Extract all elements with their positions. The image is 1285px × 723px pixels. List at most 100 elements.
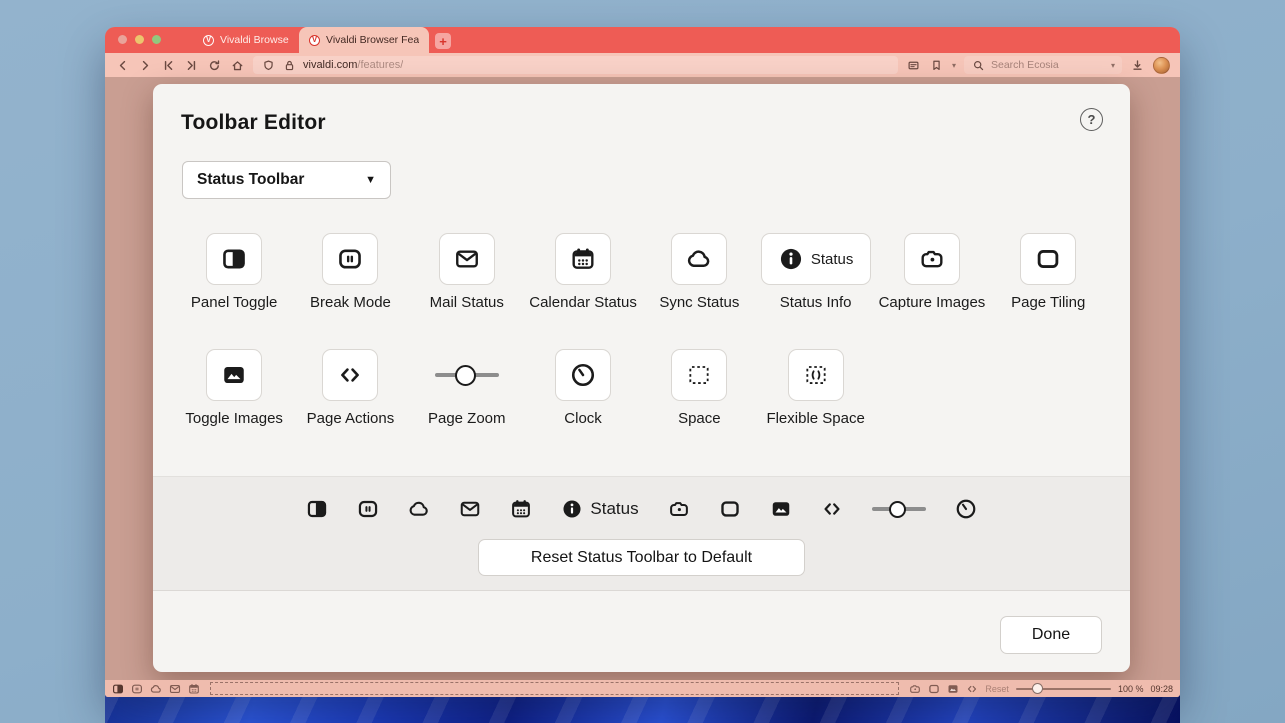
search-engine-dropdown-icon[interactable]: ▾ xyxy=(1111,61,1115,70)
home-icon[interactable] xyxy=(230,58,245,73)
widget-label: Page Tiling xyxy=(1011,294,1085,312)
downloads-icon[interactable] xyxy=(1130,58,1145,73)
widget-break-mode[interactable]: Break Mode xyxy=(292,233,408,312)
preview-sync-cloud-icon[interactable] xyxy=(408,498,430,520)
widget-label: Panel Toggle xyxy=(191,294,277,312)
widget-space[interactable]: Space xyxy=(641,349,757,428)
preview-page-tiling-icon[interactable] xyxy=(719,498,741,520)
preview-calendar-icon[interactable] xyxy=(510,498,532,520)
desktop: V Vivaldi Browser | Now wit V Vivaldi Br… xyxy=(0,0,1285,723)
slider-knob[interactable] xyxy=(455,365,476,386)
fast-forward-icon[interactable] xyxy=(184,58,199,73)
toolbar-preview: Status xyxy=(153,492,1130,526)
reset-toolbar-button[interactable]: Reset Status Toolbar to Default xyxy=(478,539,805,576)
statusbar-calendar-icon[interactable] xyxy=(188,683,200,695)
widget-page-zoom[interactable]: Page Zoom xyxy=(409,349,525,428)
tab-vivaldi-features[interactable]: V Vivaldi Browser Features | xyxy=(299,27,429,53)
statusbar-zoom-knob[interactable] xyxy=(1032,683,1043,694)
tab2-title: Vivaldi Browser Features | xyxy=(326,34,419,46)
statusbar-clock: 09:28 xyxy=(1150,684,1173,694)
reload-icon[interactable] xyxy=(207,58,222,73)
zoom-slider[interactable] xyxy=(409,349,525,401)
info-icon xyxy=(778,246,804,272)
minimize-window-button[interactable] xyxy=(135,35,144,44)
statusbar-code-brackets-icon[interactable] xyxy=(966,683,978,695)
desktop-wallpaper xyxy=(105,694,1180,723)
widget-label: Flexible Space xyxy=(766,410,864,428)
statusbar-zoom-value: 100 % xyxy=(1118,684,1144,694)
help-button[interactable]: ? xyxy=(1080,108,1103,131)
preview-clock-icon[interactable] xyxy=(955,498,977,520)
break-mode-icon[interactable] xyxy=(322,233,378,285)
statusbar-zoom-slider[interactable] xyxy=(1016,683,1111,694)
statusbar-zoom-reset[interactable]: Reset xyxy=(985,684,1009,694)
toolbar-preview-band: Status Reset Status Toolbar to Default xyxy=(153,476,1130,591)
widget-page-tiling[interactable]: Page Tiling xyxy=(990,233,1106,312)
toolbar-select[interactable]: Status Toolbar ▼ xyxy=(182,161,391,199)
statusbar-panel-toggle-icon[interactable] xyxy=(112,683,124,695)
done-button[interactable]: Done xyxy=(1000,616,1102,654)
tab-vivaldi-browser[interactable]: V Vivaldi Browser | Now wit xyxy=(193,27,299,53)
widget-panel-toggle[interactable]: Panel Toggle xyxy=(176,233,292,312)
bookmark-dropdown-icon[interactable]: ▾ xyxy=(952,61,956,70)
widget-page-actions[interactable]: Page Actions xyxy=(292,349,408,428)
space-icon[interactable] xyxy=(671,349,727,401)
mail-icon[interactable] xyxy=(439,233,495,285)
rewind-icon[interactable] xyxy=(161,58,176,73)
cloud-icon[interactable] xyxy=(671,233,727,285)
close-window-button[interactable] xyxy=(118,35,127,44)
widget-label: Calendar Status xyxy=(529,294,637,312)
code-brackets-icon[interactable] xyxy=(322,349,378,401)
widget-mail-status[interactable]: Mail Status xyxy=(409,233,525,312)
search-icon xyxy=(971,58,986,73)
widget-label: Break Mode xyxy=(310,294,391,312)
toggle-images-icon[interactable] xyxy=(206,349,262,401)
page-tiling-icon[interactable] xyxy=(1020,233,1076,285)
lock-icon[interactable] xyxy=(282,58,297,73)
panel-toggle-icon[interactable] xyxy=(206,233,262,285)
preview-zoom-slider[interactable] xyxy=(872,499,926,519)
widget-calendar-status[interactable]: Calendar Status xyxy=(525,233,641,312)
url-field[interactable]: vivaldi.com/features/ xyxy=(253,56,898,74)
status-info-widget[interactable]: Status xyxy=(761,233,871,285)
statusbar-mail-icon[interactable] xyxy=(169,683,181,695)
widget-toggle-images[interactable]: Toggle Images xyxy=(176,349,292,428)
calendar-icon[interactable] xyxy=(555,233,611,285)
camera-icon[interactable] xyxy=(904,233,960,285)
url-text: vivaldi.com/features/ xyxy=(303,59,403,71)
shield-icon[interactable] xyxy=(261,58,276,73)
statusbar-camera-icon[interactable] xyxy=(909,683,921,695)
widget-clock[interactable]: Clock xyxy=(525,349,641,428)
widget-status-info[interactable]: Status Status Info xyxy=(757,233,873,312)
statusbar-toggle-images-icon[interactable] xyxy=(947,683,959,695)
statusbar-page-tiling-icon[interactable] xyxy=(928,683,940,695)
widget-label: Page Zoom xyxy=(428,410,506,428)
preview-mail-icon[interactable] xyxy=(459,498,481,520)
bookmark-icon[interactable] xyxy=(929,58,944,73)
preview-panel-toggle-icon[interactable] xyxy=(306,498,328,520)
flexible-space-icon[interactable] xyxy=(788,349,844,401)
reading-list-icon[interactable] xyxy=(906,58,921,73)
profile-avatar[interactable] xyxy=(1153,57,1170,74)
search-placeholder: Search Ecosia xyxy=(991,59,1106,71)
preview-code-brackets-icon[interactable] xyxy=(821,498,843,520)
preview-toggle-images-icon[interactable] xyxy=(770,498,792,520)
zoom-window-button[interactable] xyxy=(152,35,161,44)
preview-break-mode-icon[interactable] xyxy=(357,498,379,520)
toolbar-select-value: Status Toolbar xyxy=(197,171,304,189)
widget-grid-row-1: Panel Toggle Break Mode Mail Status Cale… xyxy=(176,233,1106,312)
widget-label: Status Info xyxy=(780,294,852,312)
widget-sync-status[interactable]: Sync Status xyxy=(641,233,757,312)
clock-icon[interactable] xyxy=(555,349,611,401)
statusbar-break-mode-icon[interactable] xyxy=(131,683,143,695)
search-field[interactable]: Search Ecosia ▾ xyxy=(964,56,1122,74)
widget-capture-images[interactable]: Capture Images xyxy=(874,233,990,312)
preview-status-text: Status xyxy=(590,499,638,519)
widget-flexible-space[interactable]: Flexible Space xyxy=(757,349,873,428)
statusbar-sync-cloud-icon[interactable] xyxy=(150,683,162,695)
preview-status-info[interactable]: Status xyxy=(561,498,638,520)
preview-camera-icon[interactable] xyxy=(668,498,690,520)
back-icon[interactable] xyxy=(115,58,130,73)
forward-icon[interactable] xyxy=(138,58,153,73)
new-tab-button[interactable]: + xyxy=(435,33,451,49)
